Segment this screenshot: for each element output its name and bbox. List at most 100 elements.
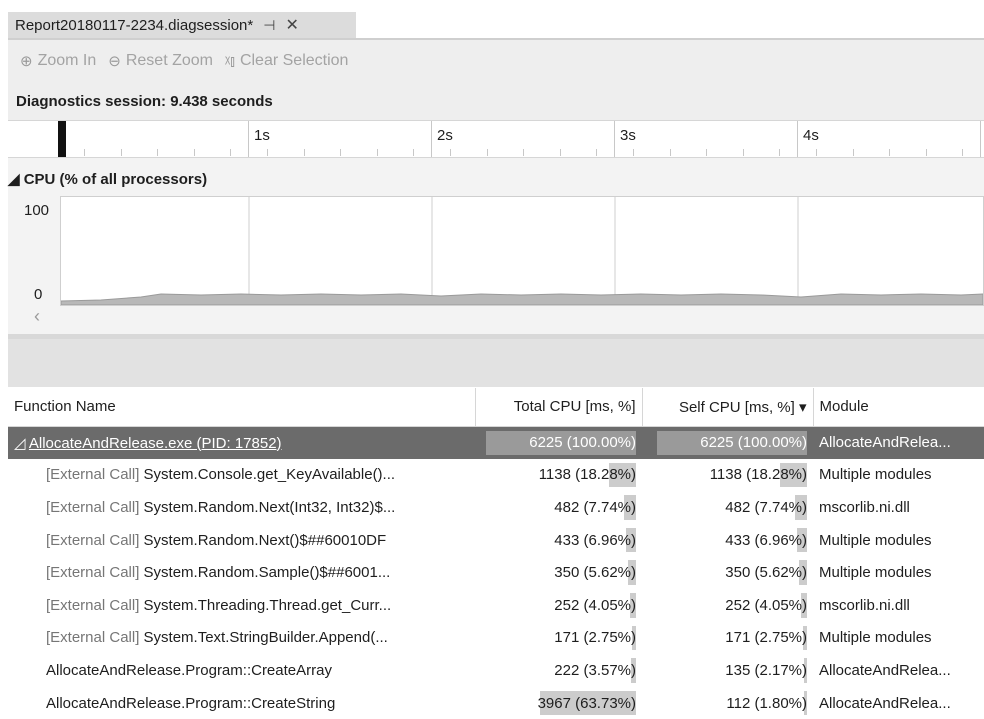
self-cpu-cell[interactable]: 6225 (100.00%) xyxy=(642,426,813,459)
cpu-usage-graph[interactable] xyxy=(60,196,984,306)
column-header-module[interactable]: Module xyxy=(813,388,984,427)
total-cpu-cell-text: 3967 (63.73%) xyxy=(537,694,636,712)
self-cpu-cell[interactable]: 350 (5.62%) xyxy=(642,556,813,589)
table-row[interactable]: [External Call] System.Random.Sample()$#… xyxy=(8,556,984,589)
graph-scroll-left-button[interactable]: ‹ xyxy=(34,306,40,327)
ruler-label-2s: 2s xyxy=(437,127,453,144)
total-cpu-cell[interactable]: 3967 (63.73%) xyxy=(475,687,642,719)
total-cpu-cell[interactable]: 222 (3.57%) xyxy=(475,654,642,687)
self-cpu-cell-text: 6225 (100.00%) xyxy=(700,434,807,452)
function-name-cell[interactable]: AllocateAndRelease.Program::CreateString xyxy=(8,687,475,719)
total-cpu-cell[interactable]: 252 (4.05%) xyxy=(475,589,642,622)
ruler-minor-tick xyxy=(706,149,708,156)
self-cpu-cell[interactable]: 252 (4.05%) xyxy=(642,589,813,622)
function-name-cell[interactable]: [External Call] System.Text.StringBuilde… xyxy=(8,622,475,655)
function-name-text: AllocateAndRelease.Program::CreateArray xyxy=(46,661,332,679)
total-cpu-cell[interactable]: 350 (5.62%) xyxy=(475,556,642,589)
ruler-minor-tick xyxy=(779,149,781,156)
function-name-text: System.Text.StringBuilder.Append(... xyxy=(139,629,388,647)
reset-zoom-button[interactable]: ⊖ Reset Zoom xyxy=(108,52,213,70)
self-cpu-cell-text: 1138 (18.28%) xyxy=(709,466,807,484)
self-cpu-cell[interactable]: 112 (1.80%) xyxy=(642,687,813,719)
ruler-minor-tick xyxy=(267,149,268,156)
total-cpu-cell-text: 433 (6.96%) xyxy=(554,531,636,549)
pin-icon[interactable]: ⊣ xyxy=(263,17,275,34)
function-name-cell[interactable]: [External Call] System.Threading.Thread.… xyxy=(8,589,475,622)
total-cpu-cell[interactable]: 482 (7.74%) xyxy=(475,491,642,524)
timeline-selection-marker[interactable] xyxy=(58,121,66,157)
total-cpu-cell[interactable]: 433 (6.96%) xyxy=(475,524,642,557)
function-name-cell[interactable]: [External Call] System.Random.Next(Int32… xyxy=(8,491,475,524)
total-cpu-cell-text: 1138 (18.28%) xyxy=(538,466,636,484)
expand-collapse-icon[interactable]: ◿ xyxy=(14,435,29,452)
table-row[interactable]: AllocateAndRelease.Program::CreateArray 2… xyxy=(8,654,984,687)
module-cell[interactable]: mscorlib.ni.dll xyxy=(813,491,984,524)
ruler-minor-tick xyxy=(633,149,634,156)
ruler-minor-tick xyxy=(925,149,927,156)
document-tab[interactable]: Report20180117-2234.diagsession* ⊣ ✕ xyxy=(8,12,356,38)
function-name-cell[interactable]: [External Call] System.Console.get_KeyAv… xyxy=(8,459,475,492)
self-cpu-cell-text: 252 (4.05%) xyxy=(725,596,807,614)
column-header-total-cpu[interactable]: Total CPU [ms, %] xyxy=(475,388,643,427)
self-cpu-cell-text: 135 (2.17%) xyxy=(725,661,807,679)
reset-zoom-label: Reset Zoom xyxy=(125,52,213,69)
function-name-cell[interactable]: [External Call] System.Random.Next()$##6… xyxy=(8,524,475,557)
self-cpu-cell[interactable]: 482 (7.74%) xyxy=(642,491,813,524)
timeline-ruler[interactable]: 1s 2s 3s 4s xyxy=(8,120,984,158)
column-header-self-cpu[interactable]: Self CPU [ms, %] ▾ xyxy=(642,388,814,427)
clear-selection-icon: ᵡ⫾ xyxy=(224,52,235,70)
function-name-text: System.Random.Next(Int32, Int32)$... xyxy=(139,498,396,516)
cpu-usage-area xyxy=(60,293,984,306)
zoom-in-label: Zoom In xyxy=(37,52,97,69)
ruler-minor-tick xyxy=(450,149,451,156)
table-row[interactable]: [External Call] System.Console.get_KeyAv… xyxy=(8,459,984,492)
tab-title[interactable]: Report20180117-2234.diagsession* xyxy=(15,17,253,34)
table-row[interactable]: [External Call] System.Random.Next(Int32… xyxy=(8,491,984,524)
ruler-tick xyxy=(797,121,798,157)
self-cpu-cell[interactable]: 135 (2.17%) xyxy=(642,654,813,687)
module-cell[interactable]: Multiple modules xyxy=(813,459,984,492)
ruler-minor-tick xyxy=(230,149,232,156)
ruler-minor-tick xyxy=(413,149,415,156)
self-cpu-cell-text: 482 (7.74%) xyxy=(725,498,807,516)
external-call-tag: [External Call] xyxy=(46,564,140,582)
column-header-function-name[interactable]: Function Name xyxy=(8,388,476,427)
zoom-in-button[interactable]: ⊕ Zoom In xyxy=(20,52,96,70)
module-cell[interactable]: mscorlib.ni.dll xyxy=(813,589,984,622)
function-name-cell[interactable]: [External Call] System.Random.Sample()$#… xyxy=(8,556,475,589)
total-cpu-cell[interactable]: 171 (2.75%) xyxy=(475,622,642,655)
module-cell[interactable]: Multiple modules xyxy=(813,524,984,557)
total-cpu-cell[interactable]: 6225 (100.00%) xyxy=(475,426,642,459)
function-name-cell[interactable]: AllocateAndRelease.Program::CreateArray xyxy=(8,654,475,687)
function-name-text: AllocateAndRelease.exe (PID: 17852) xyxy=(28,434,282,452)
self-cpu-cell-text: 171 (2.75%) xyxy=(725,629,807,647)
module-cell[interactable]: Multiple modules xyxy=(813,556,984,589)
table-header-row: Function Name Total CPU [ms, %] Self CPU… xyxy=(8,388,984,427)
table-row[interactable]: [External Call] System.Random.Next()$##6… xyxy=(8,524,984,557)
function-name-cell[interactable]: ◿ AllocateAndRelease.exe (PID: 17852) xyxy=(8,426,475,459)
table-row[interactable]: [External Call] System.Text.StringBuilde… xyxy=(8,622,984,655)
module-cell[interactable]: Multiple modules xyxy=(813,622,984,655)
table-row[interactable]: ◿ AllocateAndRelease.exe (PID: 17852) 622… xyxy=(8,426,984,459)
function-table: Function Name Total CPU [ms, %] Self CPU… xyxy=(8,388,984,719)
self-cpu-cell[interactable]: 1138 (18.28%) xyxy=(642,459,813,492)
module-cell[interactable]: AllocateAndRelea... xyxy=(813,687,984,719)
ruler-label-1s: 1s xyxy=(254,127,270,144)
self-cpu-cell-text: 112 (1.80%) xyxy=(726,694,807,712)
external-call-tag: [External Call] xyxy=(46,498,140,516)
close-icon[interactable]: ✕ xyxy=(285,15,298,35)
table-body: ◿ AllocateAndRelease.exe (PID: 17852) 622… xyxy=(8,426,984,719)
function-name-text: System.Random.Sample()$##6001... xyxy=(139,564,391,582)
module-cell[interactable]: AllocateAndRelea... xyxy=(813,654,984,687)
table-row[interactable]: [External Call] System.Threading.Thread.… xyxy=(8,589,984,622)
cpu-graph-title[interactable]: ◢ CPU (% of all processors) xyxy=(8,170,207,188)
self-cpu-cell[interactable]: 171 (2.75%) xyxy=(642,622,813,655)
ruler-tick xyxy=(431,121,432,157)
total-cpu-cell[interactable]: 1138 (18.28%) xyxy=(475,459,642,492)
external-call-tag: [External Call] xyxy=(46,531,140,549)
self-cpu-cell[interactable]: 433 (6.96%) xyxy=(642,524,813,557)
table-row[interactable]: AllocateAndRelease.Program::CreateString… xyxy=(8,687,984,719)
module-cell[interactable]: AllocateAndRelea... xyxy=(813,426,984,459)
cpu-y-min-label: 0 xyxy=(34,286,43,303)
clear-selection-button[interactable]: ᵡ⫾ Clear Selection xyxy=(225,52,348,70)
